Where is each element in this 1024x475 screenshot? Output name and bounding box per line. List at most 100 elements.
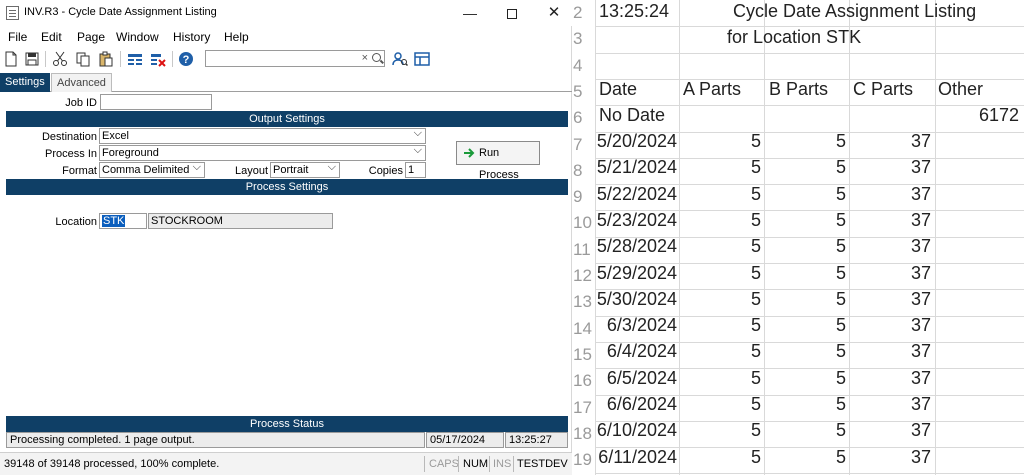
close-button[interactable]: ✕	[534, 0, 574, 26]
svg-text:?: ?	[183, 54, 190, 66]
copies-label: Copies	[368, 165, 403, 177]
cell-date: 6/11/2024	[598, 447, 677, 467]
cell-date: 6/5/2024	[606, 368, 677, 388]
app-icon	[6, 6, 19, 20]
copy-icon[interactable]	[75, 51, 91, 67]
cell-c-parts: 37	[910, 236, 931, 256]
row-number: 19	[573, 450, 592, 470]
row-number: 17	[573, 397, 592, 417]
run-process-label: Run Process	[479, 147, 519, 181]
row-number: 6	[573, 108, 583, 128]
destination-label: Destination	[41, 131, 97, 143]
format-select[interactable]: Comma Delimited	[99, 162, 205, 178]
menu-window[interactable]: Window	[116, 30, 159, 44]
title-bar: INV.R3 - Cycle Date Assignment Listing —…	[0, 0, 572, 26]
row-number: 16	[573, 371, 592, 391]
menu-file[interactable]: File	[8, 30, 27, 44]
cell-c-parts: 37	[910, 447, 931, 467]
cell-b-parts: 5	[835, 315, 846, 335]
cell-c-parts: 37	[910, 210, 931, 230]
menu-help[interactable]: Help	[224, 30, 249, 44]
new-icon[interactable]	[3, 51, 19, 67]
row-number: 7	[573, 134, 583, 154]
cell-b-parts: 5	[835, 368, 846, 388]
layout-icon[interactable]	[414, 51, 430, 67]
location-name-field: STOCKROOM	[148, 213, 333, 229]
cell-c-parts: 37	[910, 289, 931, 309]
layout-select[interactable]: Portrait	[270, 162, 340, 178]
status-message: Processing completed. 1 page output.	[6, 432, 425, 448]
output-settings-header: Output Settings	[6, 111, 568, 127]
cell-date: 6/6/2024	[606, 394, 677, 414]
cut-icon[interactable]	[52, 51, 68, 67]
cell-date: 5/21/2024	[596, 157, 677, 177]
menu-page[interactable]: Page	[77, 30, 105, 44]
report-subtitle: for Location STK	[727, 27, 862, 47]
menu-bar: File Edit Page Window History Help	[0, 27, 572, 47]
menu-edit[interactable]: Edit	[41, 30, 62, 44]
report-title: Cycle Date Assignment Listing	[733, 1, 977, 21]
delete-columns-icon[interactable]	[150, 51, 166, 67]
save-icon[interactable]	[24, 51, 40, 67]
help-icon[interactable]: ?	[178, 51, 194, 67]
cell-c-parts: 37	[910, 131, 931, 151]
row-number: 12	[573, 266, 592, 285]
process-status-header: Process Status	[6, 416, 568, 432]
status-separator	[513, 456, 514, 472]
header-other: Other	[938, 79, 984, 99]
location-label: Location	[55, 216, 97, 228]
row-number: 13	[573, 292, 592, 312]
row-number: 18	[573, 423, 592, 443]
search-icon[interactable]	[372, 53, 381, 62]
paste-icon[interactable]	[98, 51, 114, 67]
no-date-other: 6172	[978, 105, 1019, 125]
cell-date: 5/22/2024	[596, 184, 677, 204]
cell-a-parts: 5	[750, 368, 761, 388]
process-in-label: Process In	[45, 148, 97, 160]
columns-icon[interactable]	[127, 51, 143, 67]
cell-b-parts: 5	[835, 420, 846, 440]
status-date: 05/17/2024	[426, 432, 504, 448]
toolbar-separator	[120, 51, 121, 67]
menu-history[interactable]: History	[173, 30, 210, 44]
cell-c-parts: 37	[910, 420, 931, 440]
job-id-label: Job ID	[65, 97, 97, 109]
location-code-input[interactable]: STK	[99, 213, 147, 229]
destination-select[interactable]: Excel	[99, 128, 426, 144]
job-id-input[interactable]	[100, 94, 212, 110]
cell-b-parts: 5	[835, 289, 846, 309]
tab-settings[interactable]: Settings	[0, 73, 50, 92]
cell-c-parts: 37	[910, 394, 931, 414]
minimize-button[interactable]: —	[450, 0, 490, 26]
grid-line	[679, 0, 680, 475]
clear-search-icon[interactable]: ×	[362, 51, 368, 66]
cell-a-parts: 5	[750, 157, 761, 177]
copies-input[interactable]: 1	[405, 162, 426, 178]
toolbar: ? ×	[0, 48, 572, 70]
row-number: 15	[573, 344, 592, 364]
cell-b-parts: 5	[835, 210, 846, 230]
cell-date: 5/23/2024	[596, 210, 677, 230]
grid-line	[935, 0, 936, 475]
cell-date: 6/4/2024	[606, 341, 677, 361]
cell-date: 5/20/2024	[596, 131, 677, 151]
row-number: 14	[573, 318, 592, 338]
run-process-button[interactable]: Run Process	[456, 141, 540, 181]
search-input[interactable]: ×	[205, 50, 385, 67]
cell-date: 5/28/2024	[596, 236, 677, 256]
cell-b-parts: 5	[835, 184, 846, 204]
app-window: INV.R3 - Cycle Date Assignment Listing —…	[0, 0, 572, 475]
cell-date: 6/10/2024	[596, 420, 677, 440]
status-separator	[424, 456, 425, 472]
no-date-label: No Date	[599, 105, 666, 125]
cell-a-parts: 5	[750, 263, 761, 283]
cell-a-parts: 5	[750, 184, 761, 204]
maximize-button[interactable]	[492, 0, 532, 26]
tab-advanced[interactable]: Advanced	[51, 73, 112, 92]
cell-a-parts: 5	[750, 236, 761, 256]
ins-indicator: INS	[493, 458, 512, 470]
find-user-icon[interactable]	[392, 51, 408, 67]
cell-a-parts: 5	[750, 131, 761, 151]
process-in-select[interactable]: Foreground	[99, 145, 426, 161]
cell-c-parts: 37	[910, 341, 931, 361]
